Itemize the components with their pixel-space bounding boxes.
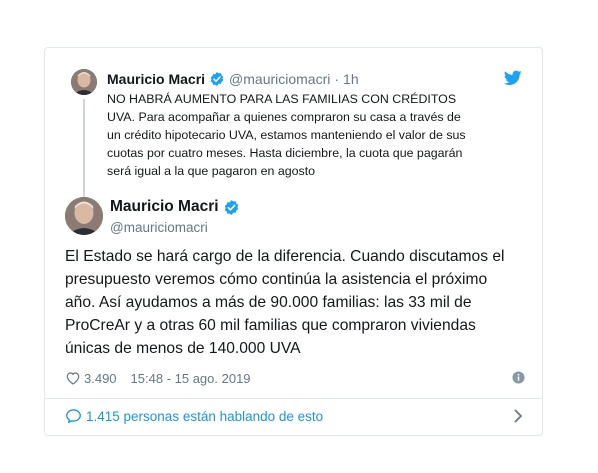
conversation-label: 1.415 personas están hablando de esto bbox=[86, 408, 324, 424]
reply-tweet-header: Mauricio Macri @mauriciomacri · 1h bbox=[107, 69, 359, 89]
reply-author-name[interactable]: Mauricio Macri bbox=[107, 71, 205, 87]
tweet-timestamp[interactable]: 15:48 - 15 ago. 2019 bbox=[131, 371, 251, 386]
heart-icon[interactable] bbox=[65, 370, 81, 386]
thread-connector-line bbox=[83, 99, 85, 197]
main-tweet-text: El Estado se hará cargo de la diferencia… bbox=[65, 248, 505, 357]
main-author-name[interactable]: Mauricio Macri bbox=[110, 198, 219, 216]
main-author-name-row: Mauricio Macri bbox=[110, 198, 240, 216]
card-divider bbox=[45, 398, 542, 399]
main-author-avatar[interactable] bbox=[65, 197, 103, 235]
verified-badge-icon bbox=[223, 199, 240, 216]
chevron-right-icon[interactable] bbox=[513, 409, 523, 423]
main-author-handle[interactable]: @mauriciomacri bbox=[110, 220, 208, 235]
verified-badge-icon bbox=[209, 71, 225, 87]
reply-tweet-time[interactable]: 1h bbox=[343, 71, 359, 87]
tweet-meta-row: 3.490 15:48 - 15 ago. 2019 bbox=[65, 368, 525, 388]
info-icon[interactable] bbox=[512, 371, 525, 384]
reply-tweet-text: NO HABRÁ AUMENTO PARA LAS FAMILIAS CON C… bbox=[107, 92, 466, 178]
twitter-bird-icon[interactable] bbox=[503, 70, 522, 86]
tweet-embed-card: Mauricio Macri @mauriciomacri · 1h NO HA… bbox=[44, 47, 543, 436]
reply-author-handle[interactable]: @mauriciomacri bbox=[229, 71, 330, 87]
header-separator: · bbox=[334, 71, 340, 87]
reply-author-avatar[interactable] bbox=[71, 69, 97, 95]
conversation-link[interactable]: 1.415 personas están hablando de esto bbox=[65, 405, 523, 427]
comment-bubble-icon bbox=[65, 408, 82, 424]
like-count[interactable]: 3.490 bbox=[84, 371, 117, 386]
